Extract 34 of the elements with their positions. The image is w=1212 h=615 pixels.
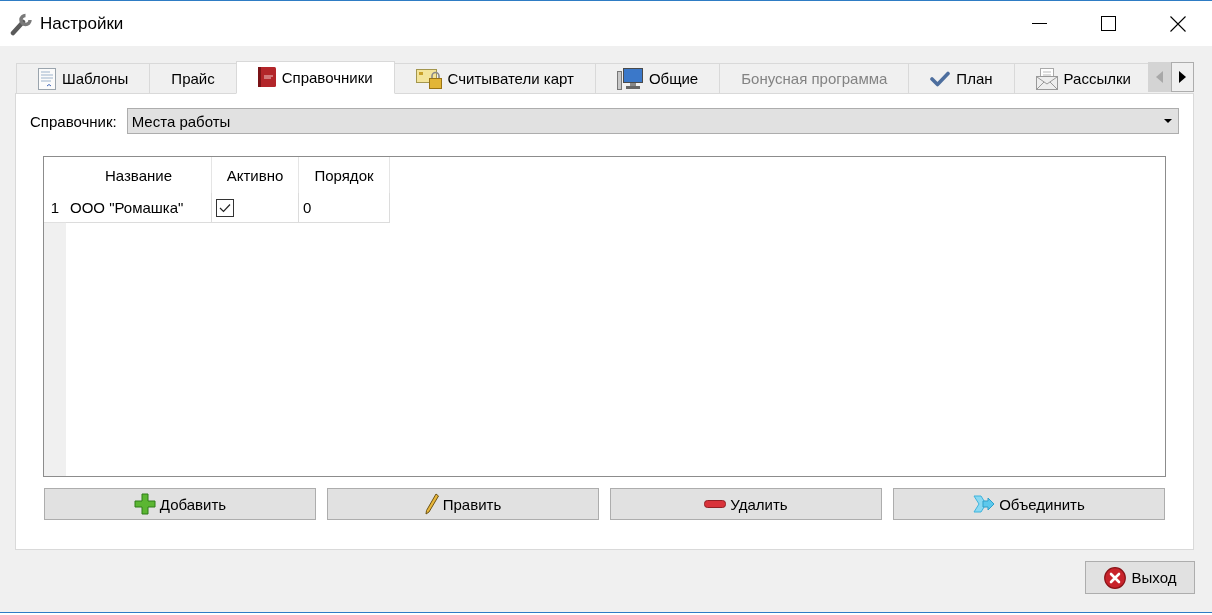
- column-header: Название: [66, 157, 212, 193]
- field-label: Справочник:: [30, 112, 117, 130]
- exit-button[interactable]: Выход: [1085, 561, 1195, 594]
- triangle-right-icon: [1179, 71, 1186, 83]
- triangle-left-icon: [1156, 71, 1163, 83]
- maximize-icon[interactable]: [1101, 16, 1116, 31]
- action-button[interactable]: Править: [327, 488, 599, 520]
- book-icon: [257, 67, 276, 87]
- table-cell: ООО "Ромашка": [66, 193, 212, 223]
- wrench-icon: [10, 11, 32, 36]
- directory-dropdown[interactable]: Места работы: [126, 108, 1179, 134]
- action-button[interactable]: Удалить: [610, 488, 882, 520]
- action-button[interactable]: Объединить: [893, 488, 1165, 520]
- tab-scroll-forward-button[interactable]: [1171, 62, 1194, 92]
- plus-icon: [133, 493, 156, 515]
- table-cell: 0: [299, 193, 390, 223]
- checkmark-icon: [930, 70, 951, 87]
- action-button[interactable]: Добавить: [44, 488, 316, 520]
- monitor-icon: [616, 67, 643, 90]
- column-header: Активно: [212, 157, 299, 193]
- caret-down-icon: [1164, 119, 1172, 123]
- x-circle-icon: [1103, 566, 1126, 589]
- pencil-icon: [424, 493, 439, 515]
- tab[interactable]: Шаблоны: [16, 63, 151, 94]
- tab[interactable]: Справочники: [235, 61, 395, 94]
- window-title: Настройки: [40, 13, 124, 34]
- merge-arrows-icon: [973, 494, 996, 514]
- column-header: Порядок: [299, 157, 390, 193]
- close-icon[interactable]: [1169, 15, 1186, 32]
- document-icon: [38, 67, 56, 90]
- card-lock-icon: [415, 68, 442, 89]
- checkbox[interactable]: [216, 198, 234, 217]
- envelope-icon: [1035, 67, 1058, 90]
- minus-icon: [704, 500, 727, 508]
